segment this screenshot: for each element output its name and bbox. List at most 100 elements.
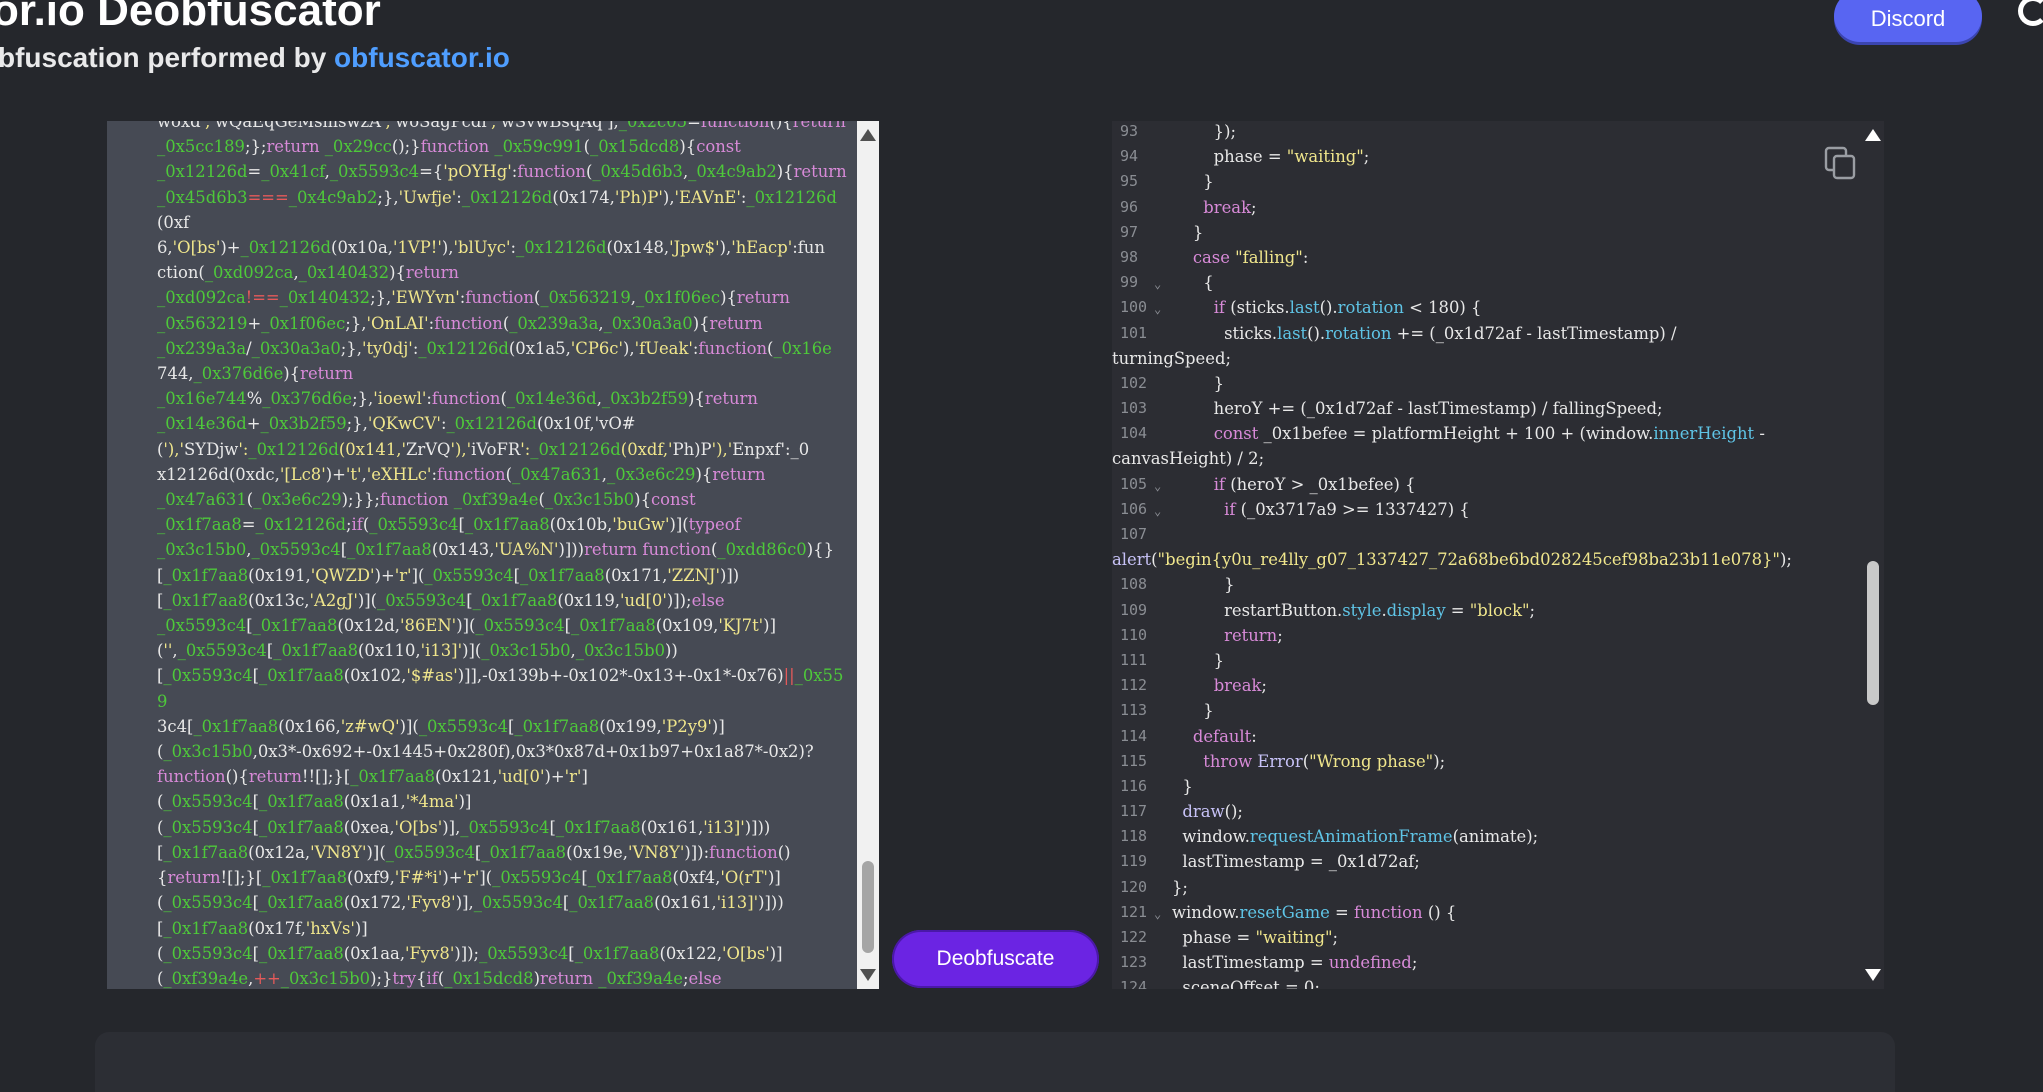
obfuscator-link[interactable]: obfuscator.io bbox=[334, 42, 510, 73]
code-line: (_0x3c15b0,0x3*-0x692+-0x1445+0x280f),0x… bbox=[157, 742, 814, 762]
line-number-text: 119 bbox=[1120, 852, 1148, 871]
line-number: 111 bbox=[1112, 648, 1168, 673]
line-number: 103 bbox=[1112, 396, 1168, 421]
code-line: restartButton.style.display = "block"; bbox=[1172, 600, 1536, 620]
deobfuscated-code[interactable]: }); phase = "waiting"; } break; } case "… bbox=[1112, 121, 1854, 989]
right-scrollbar[interactable] bbox=[1862, 121, 1884, 989]
code-line: } bbox=[1172, 222, 1204, 242]
line-number: 102 bbox=[1112, 371, 1168, 396]
code-line: _0x45d6b3===_0x4c9ab2;},'Uwfje':_0x12126… bbox=[157, 187, 837, 232]
code-line: { bbox=[1172, 273, 1214, 293]
code-line: throw Error("Wrong phase"); bbox=[1203, 751, 1446, 771]
code-line: default: bbox=[1192, 726, 1257, 746]
line-number: 93 bbox=[1112, 121, 1168, 144]
code-line: } bbox=[1172, 701, 1214, 721]
discord-button[interactable]: Discord bbox=[1834, 0, 1982, 42]
line-number: 114 bbox=[1112, 724, 1168, 749]
code-line: [_0x1f7aa8(0x191,'QWZD')+'r'](_0x5593c4[… bbox=[157, 565, 740, 585]
scroll-up-arrow-icon[interactable] bbox=[860, 129, 876, 141]
fold-chevron-icon[interactable]: ⌄ bbox=[1154, 902, 1161, 927]
copy-icon[interactable] bbox=[1824, 146, 1858, 182]
fold-chevron-icon[interactable]: ⌄ bbox=[1154, 474, 1161, 499]
line-number: 98 bbox=[1112, 245, 1168, 270]
code-line: break; bbox=[1203, 197, 1257, 217]
line-number: 115 bbox=[1112, 749, 1168, 774]
code-line: _0x5cc189;};return _0x29cc();}function _… bbox=[157, 137, 741, 157]
line-number-text: 111 bbox=[1120, 650, 1148, 669]
line-number-text: 115 bbox=[1120, 751, 1148, 770]
line-number: 108 bbox=[1112, 572, 1168, 597]
code-line: x12126d(0xdc,'[Lc8')+'t','eXHLc':functio… bbox=[157, 464, 766, 484]
code-line: 3c4[_0x1f7aa8(0x166,'z#wQ')](_0x5593c4[_… bbox=[157, 716, 725, 736]
code-line: ('),'SYDjw':_0x12126d(0x141,'ZrVQ'),'iVo… bbox=[157, 439, 810, 459]
line-number: 110 bbox=[1112, 623, 1168, 648]
line-number-text: 100 bbox=[1120, 298, 1148, 317]
scroll-thumb[interactable] bbox=[1867, 561, 1879, 705]
obfuscated-code-editor[interactable]: woxd','wQaEqGeMsmswzA','woSagPcdi','wSvw… bbox=[107, 121, 879, 989]
code-line: alert("begin{y0u_re4lly_g07_1337427_72a6… bbox=[1112, 550, 1792, 570]
line-number: 118 bbox=[1112, 824, 1168, 849]
code-line: heroY += (_0x1d72af - lastTimestamp) / f… bbox=[1172, 399, 1663, 419]
line-number: 117 bbox=[1112, 799, 1168, 824]
line-number-text: 106 bbox=[1120, 499, 1148, 518]
line-number-text: 107 bbox=[1120, 525, 1148, 543]
fold-chevron-icon[interactable]: ⌄ bbox=[1154, 499, 1161, 524]
line-number-text: 97 bbox=[1120, 222, 1139, 241]
code-line: _0x563219+_0x1f06ec;},'OnLAI':function(_… bbox=[157, 313, 763, 333]
line-number: 94 bbox=[1112, 144, 1168, 169]
partial-logo-icon bbox=[2018, 0, 2043, 26]
code-line: sticks.last().rotation += (_0x1d72af - l… bbox=[1172, 323, 1677, 343]
line-number-text: 99 bbox=[1120, 273, 1139, 292]
code-line: [_0x5593c4[_0x1f7aa8(0x102,'$#as')]],-0x… bbox=[157, 666, 844, 711]
code-line: lastTimestamp = _0x1d72af; bbox=[1172, 852, 1420, 872]
code-line: _0x1f7aa8=_0x12126d;if(_0x5593c4[_0x1f7a… bbox=[157, 515, 741, 535]
code-line: _0x5593c4[_0x1f7aa8(0x12d,'86EN')](_0x55… bbox=[157, 616, 776, 636]
line-number-text: 96 bbox=[1120, 197, 1139, 216]
fold-chevron-icon[interactable]: ⌄ bbox=[1154, 272, 1161, 297]
line-number: 121 ⌄ bbox=[1112, 900, 1168, 925]
scroll-down-arrow-icon[interactable] bbox=[860, 969, 876, 981]
code-line: }; bbox=[1172, 877, 1188, 897]
code-line: phase = "waiting"; bbox=[1172, 147, 1370, 167]
line-number: 107 bbox=[1112, 522, 1168, 547]
code-line: _0xd092ca!==_0x140432;},'EWYvn':function… bbox=[157, 288, 790, 308]
deobfuscated-code-editor[interactable]: 93 94 95 96 97 98 99 ⌄ 100 ⌄ 101 102 103 104 105 ⌄ 106 ⌄ 1… bbox=[1112, 121, 1884, 989]
line-number: 123 bbox=[1112, 950, 1168, 975]
code-line: _0x239a3a/_0x30a3a0;},'ty0dj':_0x12126d(… bbox=[157, 338, 832, 358]
code-line: if (heroY > _0x1befee) { bbox=[1213, 474, 1416, 494]
line-number-text: 101 bbox=[1120, 323, 1148, 342]
code-line: } bbox=[1172, 172, 1214, 192]
code-line: } bbox=[1172, 776, 1193, 796]
code-line: window.requestAnimationFrame(animate); bbox=[1172, 827, 1539, 847]
scroll-down-arrow-icon[interactable] bbox=[1865, 969, 1881, 981]
code-line: woxd','wQaEqGeMsmswzA','woSagPcdi','wSvw… bbox=[157, 121, 846, 131]
line-number: 109 bbox=[1112, 598, 1168, 623]
scroll-up-arrow-icon[interactable] bbox=[1865, 129, 1881, 141]
line-number: 95 bbox=[1112, 169, 1168, 194]
deobfuscate-button[interactable]: Deobfuscate bbox=[892, 930, 1099, 988]
line-number: 119 bbox=[1112, 849, 1168, 874]
obfuscated-code[interactable]: woxd','wQaEqGeMsmswzA','woSagPcdi','wSvw… bbox=[157, 121, 853, 989]
line-number-text: 95 bbox=[1120, 172, 1139, 191]
line-number-text: 123 bbox=[1120, 953, 1148, 972]
left-scrollbar[interactable] bbox=[857, 121, 879, 989]
code-line: _0x47a631(_0x3e6c29);}};function _0xf39a… bbox=[157, 490, 696, 510]
line-number: 100 ⌄ bbox=[1112, 295, 1168, 320]
fold-chevron-icon[interactable]: ⌄ bbox=[1154, 297, 1161, 322]
line-number-text: 94 bbox=[1120, 147, 1139, 166]
code-line: _0x3c15b0,_0x5593c4[_0x1f7aa8(0x143,'UA%… bbox=[157, 540, 835, 560]
code-line: break; bbox=[1213, 676, 1267, 696]
line-number-text: 93 bbox=[1120, 122, 1139, 140]
scroll-thumb[interactable] bbox=[862, 861, 874, 953]
code-line: [_0x1f7aa8(0x13c,'A2gJ')](_0x5593c4[_0x1… bbox=[157, 590, 725, 610]
code-line: [_0x1f7aa8(0x17f,'hxVs')] bbox=[157, 918, 368, 938]
line-number: 124 bbox=[1112, 975, 1168, 989]
code-line: 744,_0x376d6e){return bbox=[157, 364, 354, 384]
line-number-text: 105 bbox=[1120, 474, 1148, 493]
line-number-text: 114 bbox=[1120, 726, 1148, 745]
code-line: (_0x5593c4[_0x1f7aa8(0xea,'O[bs')],_0x55… bbox=[157, 817, 771, 837]
code-line: draw(); bbox=[1182, 802, 1243, 822]
line-number: 122 bbox=[1112, 925, 1168, 950]
bottom-panel bbox=[95, 1032, 1895, 1092]
